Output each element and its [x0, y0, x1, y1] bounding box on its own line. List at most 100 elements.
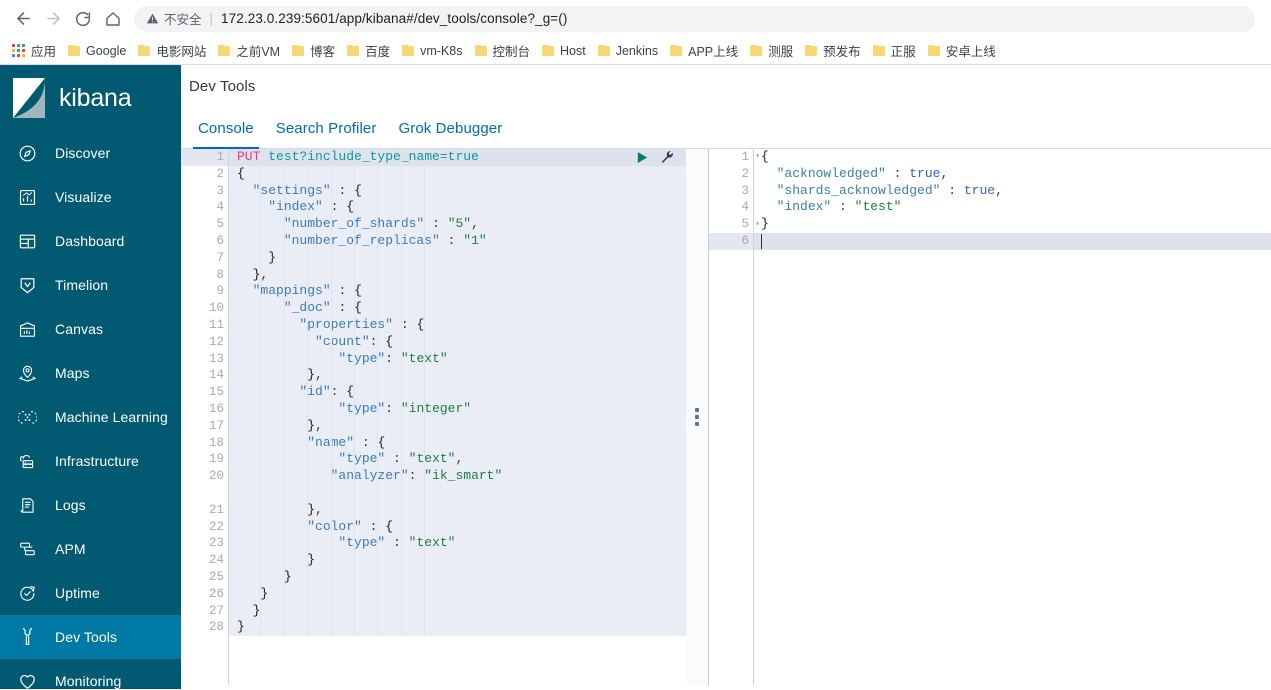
code-line[interactable]: "shards_acknowledged" : true,: [753, 183, 1271, 200]
bookmark-host[interactable]: Host: [536, 40, 592, 62]
bookmark-apps[interactable]: 应用: [6, 40, 62, 62]
bookmark-prev-vm[interactable]: 之前VM: [212, 40, 286, 62]
sidebar-item-canvas[interactable]: Canvas: [0, 307, 181, 351]
code-line[interactable]: "index" : "test": [753, 199, 1271, 216]
home-icon[interactable]: [98, 4, 128, 34]
kibana-logo[interactable]: kibana: [0, 65, 181, 131]
request-editor[interactable]: 12▾3▾4▾567▴8▴9▾10▾11▾12▾1314▴15▾1617▴18▾…: [181, 149, 686, 685]
pane-splitter[interactable]: [686, 149, 708, 685]
code-line[interactable]: {: [753, 149, 1271, 166]
code-line[interactable]: "type": "integer": [228, 401, 686, 418]
bookmark-test-server[interactable]: 测服: [744, 40, 799, 62]
code-line[interactable]: PUT test?include_type_name=true: [228, 149, 686, 166]
drag-handle-icon[interactable]: [695, 408, 699, 426]
response-code-lines[interactable]: { "acknowledged" : true, "shards_acknowl…: [753, 149, 1271, 250]
code-line[interactable]: "analyzer": "ik_smart": [228, 468, 686, 485]
bookmark-vm-k8s[interactable]: vm-K8s: [396, 40, 468, 62]
folder-icon: [347, 45, 360, 56]
back-arrow-icon[interactable]: [8, 4, 38, 34]
response-editor[interactable]: 1 ▾ 2 3 4 5 ▴ 6 { "acknowledged" : true, "shard…: [708, 149, 1271, 685]
code-line[interactable]: "number_of_shards" : "5",: [228, 216, 686, 233]
code-line[interactable]: "settings" : {: [228, 183, 686, 200]
sidebar-item-logs[interactable]: Logs: [0, 483, 181, 527]
sidebar-item-monitoring[interactable]: Monitoring: [0, 659, 181, 689]
code-line[interactable]: }: [228, 569, 686, 586]
code-line[interactable]: }: [228, 619, 686, 636]
code-line[interactable]: },: [228, 502, 686, 519]
bookmark-jenkins[interactable]: Jenkins: [592, 40, 664, 62]
code-line[interactable]: "acknowledged" : true,: [753, 166, 1271, 183]
address-bar[interactable]: 不安全 | 172.23.0.239:5601/app/kibana#/dev_…: [134, 5, 1255, 32]
sidebar-item-discover[interactable]: Discover: [0, 131, 181, 175]
bookmark-app-release[interactable]: APP上线: [664, 40, 744, 62]
bookmark-android-release[interactable]: 安卓上线: [922, 40, 1002, 62]
bookmark-movies[interactable]: 电影网站: [132, 40, 212, 62]
sidebar-item-timelion[interactable]: Timelion: [0, 263, 181, 307]
code-line[interactable]: }: [228, 603, 686, 620]
code-line[interactable]: "color" : {: [228, 519, 686, 536]
request-options-wrench-icon[interactable]: [660, 150, 674, 164]
response-editor-pane[interactable]: 1 ▾ 2 3 4 5 ▴ 6 { "acknowledged" : true, "shard…: [708, 149, 1271, 685]
code-line[interactable]: "index" : {: [228, 199, 686, 216]
code-line[interactable]: "number_of_replicas" : "1": [228, 233, 686, 250]
request-editor-pane[interactable]: 12▾3▾4▾567▴8▴9▾10▾11▾12▾1314▴15▾1617▴18▾…: [181, 149, 686, 685]
bookmark-label: 预发布: [823, 45, 861, 59]
folder-icon: [402, 45, 415, 56]
code-line[interactable]: }: [228, 250, 686, 267]
code-line[interactable]: [753, 232, 1271, 250]
bookmark-label: 百度: [365, 45, 391, 59]
code-line[interactable]: }: [228, 552, 686, 569]
uptime-icon: [16, 582, 38, 604]
sidebar-item-label: Dev Tools: [55, 629, 118, 645]
bookmark-console[interactable]: 控制台: [469, 40, 537, 62]
canvas-icon: [16, 318, 38, 340]
code-line[interactable]: {: [228, 166, 686, 183]
tab-console[interactable]: Console: [187, 120, 265, 149]
code-line[interactable]: }: [753, 216, 1271, 233]
bookmark-baidu[interactable]: 百度: [341, 40, 396, 62]
bookmark-pre-release[interactable]: 预发布: [799, 40, 867, 62]
code-line[interactable]: "_doc" : {: [228, 300, 686, 317]
bookmark-prod-server[interactable]: 正服: [867, 40, 922, 62]
map-pin-icon: [16, 362, 38, 384]
code-line[interactable]: "type" : "text",: [228, 451, 686, 468]
request-code-lines[interactable]: PUT test?include_type_name=true{ "settin…: [228, 149, 686, 637]
sidebar-item-uptime[interactable]: Uptime: [0, 571, 181, 615]
code-line[interactable]: }: [228, 586, 686, 603]
response-code-area[interactable]: { "acknowledged" : true, "shards_acknowl…: [753, 149, 1271, 685]
send-request-play-icon[interactable]: [635, 150, 650, 165]
sidebar-item-visualize[interactable]: Visualize: [0, 175, 181, 219]
code-line[interactable]: "name" : {: [228, 435, 686, 452]
code-line[interactable]: },: [228, 367, 686, 384]
sidebar-item-dev-tools[interactable]: Dev Tools: [0, 615, 181, 659]
gutter-line: 15▾: [181, 384, 235, 401]
tab-search-profiler[interactable]: Search Profiler: [265, 120, 388, 148]
forward-arrow-icon[interactable]: [38, 4, 68, 34]
code-line[interactable]: },: [228, 418, 686, 435]
code-line[interactable]: [228, 485, 686, 502]
code-line[interactable]: "type": "text": [228, 351, 686, 368]
code-line[interactable]: "type" : "text": [228, 535, 686, 552]
security-label: 不安全: [164, 13, 202, 27]
code-line[interactable]: "properties" : {: [228, 317, 686, 334]
sidebar-item-dashboard[interactable]: Dashboard: [0, 219, 181, 263]
code-line[interactable]: },: [228, 267, 686, 284]
bookmark-google[interactable]: Google: [62, 40, 132, 62]
code-line[interactable]: "id": {: [228, 384, 686, 401]
sidebar-item-infrastructure[interactable]: Infrastructure: [0, 439, 181, 483]
gutter-line: 21▴: [181, 502, 235, 519]
reload-icon[interactable]: [68, 4, 98, 34]
sidebar-item-machine-learning[interactable]: Machine Learning: [0, 395, 181, 439]
request-code-area[interactable]: PUT test?include_type_name=true{ "settin…: [228, 149, 686, 685]
folder-icon: [542, 45, 555, 56]
sidebar-item-label: Uptime: [55, 585, 100, 601]
bookmark-blog[interactable]: 博客: [286, 40, 341, 62]
sidebar-item-maps[interactable]: Maps: [0, 351, 181, 395]
code-line[interactable]: "mappings" : {: [228, 283, 686, 300]
indent-guide: [330, 149, 332, 637]
gutter-line: 1 ▾: [709, 149, 759, 166]
wrench-icon: [16, 626, 38, 648]
sidebar-item-apm[interactable]: APM: [0, 527, 181, 571]
tab-grok-debugger[interactable]: Grok Debugger: [387, 120, 513, 148]
code-line[interactable]: "count": {: [228, 334, 686, 351]
